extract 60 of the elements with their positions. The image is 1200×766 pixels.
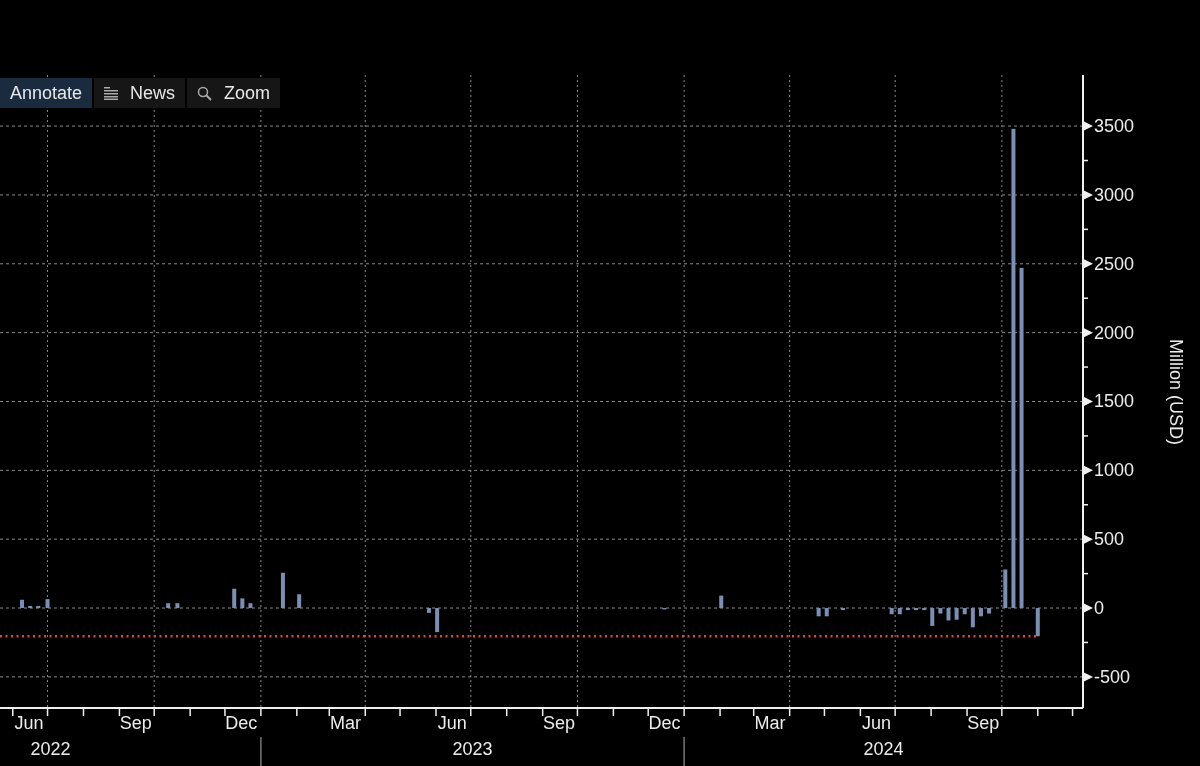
bar: [28, 605, 33, 609]
bar: [946, 608, 951, 621]
bar: [824, 608, 829, 617]
bar: [45, 599, 50, 609]
year-label: 2022: [30, 739, 71, 759]
bar: [905, 608, 910, 611]
year-label: 2024: [863, 739, 904, 759]
x-tick-label: Dec: [648, 713, 681, 733]
y-tick-label: 1500: [1094, 391, 1135, 412]
bar: [954, 608, 959, 620]
bar: [297, 594, 302, 609]
x-tick-label: Mar: [330, 713, 362, 733]
toolbar-button[interactable]: Annotate: [0, 78, 93, 108]
x-tick-label: Sep: [119, 713, 152, 733]
toolbar-button[interactable]: News: [94, 78, 186, 108]
bar: [938, 608, 943, 614]
bar: [20, 599, 25, 609]
y-tick-label: 2500: [1094, 253, 1135, 274]
bar: [280, 572, 285, 609]
y-tick-label: -500: [1094, 666, 1131, 687]
x-tick-label: Jun: [862, 713, 892, 733]
bar: [922, 608, 927, 611]
x-tick-label: Mar: [754, 713, 786, 733]
bar: [914, 608, 919, 611]
bar: [719, 595, 724, 609]
bar: [978, 608, 983, 617]
bar: [1035, 608, 1040, 637]
bar: [841, 608, 845, 611]
bar: [987, 608, 992, 614]
x-tick-label: Sep: [967, 713, 1000, 733]
y-tick-label: 3500: [1094, 116, 1135, 137]
bar: [232, 588, 237, 609]
bar: [36, 605, 41, 609]
y-tick-label: 3000: [1094, 184, 1135, 205]
bar: [240, 598, 245, 609]
y-tick-label: 2000: [1094, 322, 1135, 343]
y-tick-label: 500: [1094, 529, 1125, 550]
y-axis-title: Million (USD): [1166, 339, 1186, 445]
x-tick-label: Jun: [14, 713, 44, 733]
bar: [248, 603, 253, 609]
x-tick-label: Sep: [542, 713, 575, 733]
x-tick-label: Jun: [437, 713, 467, 733]
bar: [435, 608, 440, 633]
bar: [427, 608, 432, 613]
bar: [897, 608, 902, 615]
year-label: 2023: [452, 739, 493, 759]
toolbar-button[interactable]: Zoom: [187, 78, 281, 108]
bar: [816, 608, 821, 617]
bar: [889, 608, 894, 615]
x-tick-label: Dec: [225, 713, 258, 733]
news-icon: [104, 86, 119, 100]
bar: [1003, 569, 1008, 609]
bar: [166, 603, 171, 609]
bar: [930, 608, 935, 626]
bar: [175, 603, 180, 609]
bar: [962, 608, 967, 615]
search-icon: [197, 85, 213, 101]
bar: [970, 608, 975, 628]
y-tick-label: 0: [1094, 598, 1104, 619]
y-tick-label: 1000: [1094, 460, 1135, 481]
